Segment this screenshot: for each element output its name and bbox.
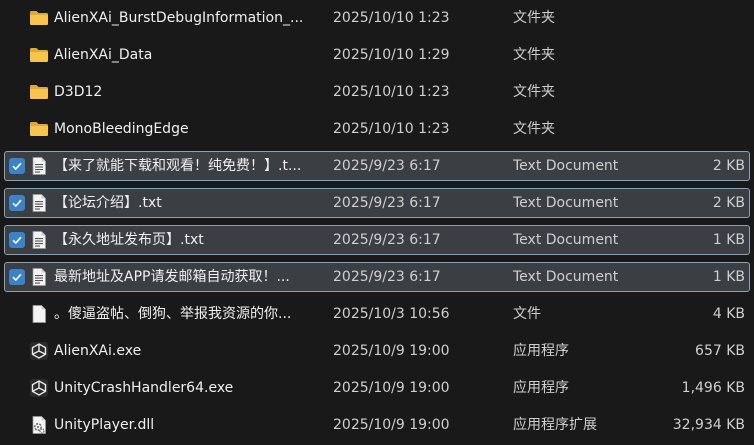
row-checkbox[interactable] <box>9 269 25 285</box>
text-document-icon <box>29 267 49 287</box>
file-size: 4 KB <box>712 306 745 322</box>
folder-icon <box>29 82 49 102</box>
date-modified: 2025/10/10 1:23 <box>333 10 450 26</box>
date-modified: 2025/10/9 19:00 <box>333 343 450 359</box>
folder-icon <box>29 8 49 28</box>
date-modified: 2025/10/3 10:56 <box>333 306 450 322</box>
date-modified: 2025/10/9 19:00 <box>333 417 450 433</box>
dll-file-icon <box>29 415 49 435</box>
file-size: 1,496 KB <box>681 380 745 396</box>
row-checkbox[interactable] <box>9 232 25 248</box>
row-checkbox[interactable] <box>9 158 25 174</box>
file-row[interactable]: 【永久地址发布页】.txt 2025/9/23 6:17 Text Document… <box>4 225 750 255</box>
file-list: AlienXAi_BurstDebugInformation_... 2025/1… <box>0 0 754 445</box>
file-name: 最新地址及APP请发邮箱自动获取！... <box>54 269 290 285</box>
file-size: 657 KB <box>695 343 745 359</box>
date-modified: 2025/9/23 6:17 <box>333 269 441 285</box>
folder-icon <box>29 45 49 65</box>
file-name: AlienXAi_Data <box>54 47 153 63</box>
folder-icon <box>29 119 49 139</box>
date-modified: 2025/10/10 1:23 <box>333 121 450 137</box>
file-name: 【论坛介绍】.txt <box>54 195 162 211</box>
date-modified: 2025/9/23 6:17 <box>333 195 441 211</box>
file-name: MonoBleedingEdge <box>54 121 189 137</box>
date-modified: 2025/10/10 1:23 <box>333 84 450 100</box>
file-row[interactable]: 。傻逼盗帖、倒狗、举报我资源的你... 2025/10/3 10:56 文件 4 KB <box>4 299 750 329</box>
file-name: UnityCrashHandler64.exe <box>54 380 234 396</box>
file-row[interactable]: 最新地址及APP请发邮箱自动获取！... 2025/9/23 6:17 Text D… <box>4 262 750 292</box>
file-size: 1 KB <box>712 269 745 285</box>
file-size <box>635 78 745 106</box>
text-document-icon <box>29 193 49 213</box>
file-row[interactable]: AlienXAi.exe 2025/10/9 19:00 应用程序 657 KB <box>4 336 750 366</box>
file-name: UnityPlayer.dll <box>54 417 155 433</box>
unity-app-icon <box>29 378 49 398</box>
file-size <box>635 41 745 69</box>
date-modified: 2025/9/23 6:17 <box>333 158 441 174</box>
text-document-icon <box>29 230 49 250</box>
file-row[interactable]: AlienXAi_Data 2025/10/10 1:29 文件夹 <box>4 40 750 70</box>
file-name: 【来了就能下载和观看！纯免费！】.t... <box>54 158 302 174</box>
file-name: D3D12 <box>54 84 103 100</box>
text-document-icon <box>29 156 49 176</box>
date-modified: 2025/10/10 1:29 <box>333 47 450 63</box>
file-row[interactable]: 【来了就能下载和观看！纯免费！】.t... 2025/9/23 6:17 Text … <box>4 151 750 181</box>
file-name: 【永久地址发布页】.txt <box>54 232 204 248</box>
file-size: 2 KB <box>712 195 745 211</box>
file-size: 1 KB <box>712 232 745 248</box>
file-row[interactable]: 【论坛介绍】.txt 2025/9/23 6:17 Text Document 2 K… <box>4 188 750 218</box>
file-row[interactable]: AlienXAi_BurstDebugInformation_... 2025/1… <box>4 3 750 33</box>
row-checkbox[interactable] <box>9 195 25 211</box>
unity-app-icon <box>29 341 49 361</box>
file-name: AlienXAi.exe <box>54 343 142 359</box>
file-row[interactable]: MonoBleedingEdge 2025/10/10 1:23 文件夹 <box>4 114 750 144</box>
file-size: 32,934 KB <box>672 417 745 433</box>
file-name: AlienXAi_BurstDebugInformation_... <box>54 10 304 26</box>
date-modified: 2025/10/9 19:00 <box>333 380 450 396</box>
file-size: 2 KB <box>712 158 745 174</box>
file-row[interactable]: D3D12 2025/10/10 1:23 文件夹 <box>4 77 750 107</box>
date-modified: 2025/9/23 6:17 <box>333 232 441 248</box>
file-name: 。傻逼盗帖、倒狗、举报我资源的你... <box>54 306 292 322</box>
file-size <box>635 115 745 143</box>
blank-file-icon <box>29 304 49 324</box>
file-row[interactable]: UnityPlayer.dll 2025/10/9 19:00 应用程序扩展 32,9… <box>4 410 750 440</box>
file-row[interactable]: UnityCrashHandler64.exe 2025/10/9 19:00 应用… <box>4 373 750 403</box>
file-size <box>635 4 745 32</box>
